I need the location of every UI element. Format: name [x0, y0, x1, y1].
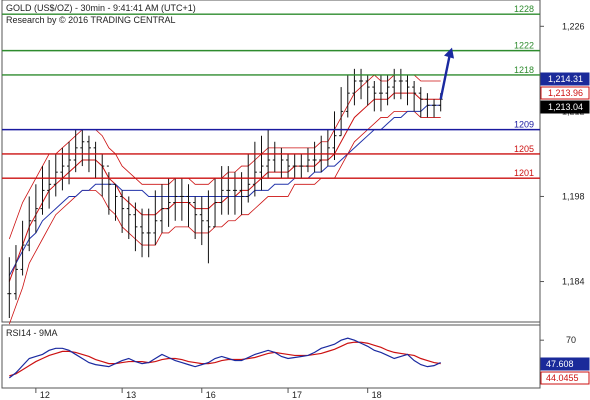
level-label-1205: 1205	[514, 144, 534, 154]
price-tick-label: 1,184	[562, 277, 585, 287]
level-label-1222: 1222	[514, 41, 534, 51]
day-tick-label: 16	[206, 390, 216, 400]
rsi-tag: 44.0455	[540, 371, 590, 385]
price-tag-label: 1,213.96	[548, 88, 583, 98]
rsi-tick-label: 70	[566, 335, 576, 345]
day-tick-label: 18	[372, 390, 382, 400]
level-label-1201: 1201	[514, 168, 534, 178]
price-tag: 1,214.31	[540, 72, 590, 86]
rsi-label: RSI14 - 9MA	[6, 328, 58, 338]
price-tag: 1,213.96	[540, 86, 590, 100]
gold-chart: 122812221218120912051201 1,2261,2121,198…	[1, 0, 590, 400]
rsi-panel-frame	[1, 324, 541, 389]
price-tick-label: 1,198	[562, 191, 585, 201]
level-label-1228: 1228	[514, 4, 534, 14]
price-tick-label: 1,226	[562, 21, 585, 31]
day-tick-label: 12	[40, 390, 50, 400]
day-tick-label: 13	[126, 390, 136, 400]
price-tag: 1,213.04	[540, 100, 590, 114]
rsi-axis-ticks: 70	[540, 335, 576, 345]
day-tick-label: 17	[292, 390, 302, 400]
day-axis-ticks: 12 13 16 17 18	[35, 388, 382, 400]
price-tag-label: 1,214.31	[548, 74, 583, 84]
rsi-tag: 47.608	[540, 357, 590, 371]
rsi-tag-label: 44.0455	[546, 373, 579, 383]
price-tags: 1,214.31 1,213.96 1,213.04	[540, 72, 590, 114]
chart-title: GOLD (US$/OZ) - 30min - 9:41:41 AM (UTC+…	[6, 3, 196, 13]
level-label-1209: 1209	[514, 120, 534, 130]
rsi-tags: 47.608 44.0455	[540, 357, 590, 385]
level-label-1218: 1218	[514, 65, 534, 75]
chart-subtitle: Research by © 2016 TRADING CENTRAL	[6, 15, 176, 25]
price-axis-ticks: 1,2261,2121,1981,184	[540, 21, 585, 287]
price-tag-label: 1,213.04	[548, 102, 583, 112]
rsi-tag-label: 47.608	[546, 359, 574, 369]
